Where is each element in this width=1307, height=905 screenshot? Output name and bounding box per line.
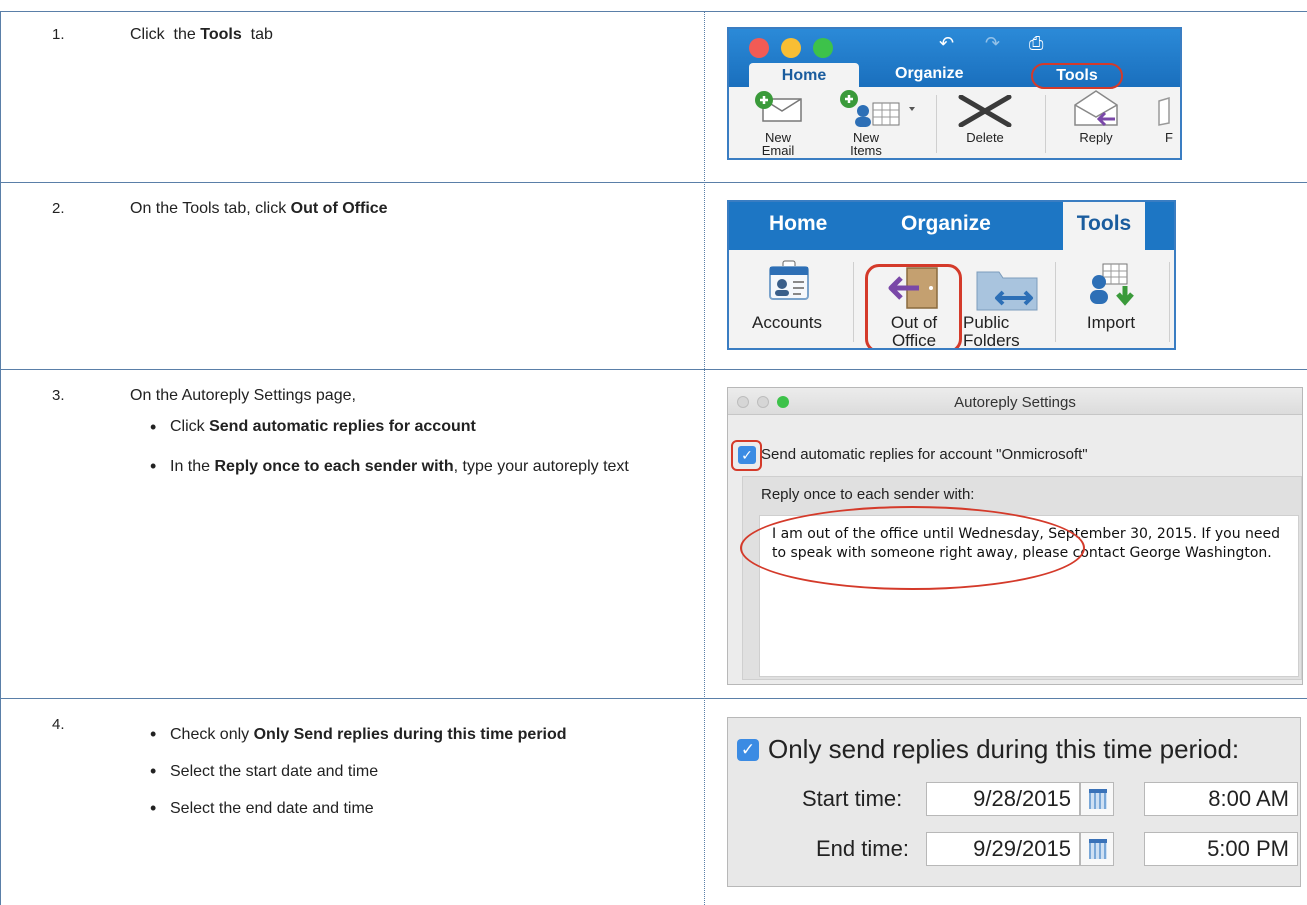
step-number: 3. xyxy=(52,387,65,404)
table-border-row1 xyxy=(0,182,1307,183)
ribbon-screenshot-tools-tab: ↶ ↷ ⎙ Home Organize Tools New Email New … xyxy=(727,27,1182,160)
new-email-icon xyxy=(755,91,802,122)
tab-organize[interactable]: Organize xyxy=(901,212,991,236)
ribbon-separator xyxy=(1045,95,1046,153)
end-date-field[interactable]: 9/29/2015 xyxy=(926,832,1080,866)
delete-label[interactable]: Delete xyxy=(957,131,1013,144)
step-number: 4. xyxy=(52,716,65,733)
table-column-divider xyxy=(704,11,705,905)
ribbon-separator xyxy=(936,95,937,153)
bullet-item: Check only Only Send replies during this… xyxy=(150,718,650,751)
ribbon-separator xyxy=(1169,262,1170,342)
time-period-checkbox[interactable]: ✓ xyxy=(737,739,759,761)
public-folders-label[interactable]: Public Folders xyxy=(959,314,1029,349)
zoom-window-icon[interactable] xyxy=(813,38,833,58)
step-text-bold: Out of Office xyxy=(290,200,388,217)
new-items-icon xyxy=(840,90,915,127)
start-time-label: Start time: xyxy=(802,786,903,811)
reply-label[interactable]: Reply xyxy=(1071,131,1121,144)
reply-once-label: Reply once to each sender with: xyxy=(761,486,975,503)
import-label[interactable]: Import xyxy=(1071,314,1151,332)
step-text-prefix: Click the xyxy=(130,26,201,43)
send-automatic-replies-checkbox[interactable]: ✓ xyxy=(738,446,756,464)
step-bullets: Check only Only Send replies during this… xyxy=(150,718,650,825)
ribbon-separator xyxy=(1055,262,1056,342)
start-calendar-icon[interactable] xyxy=(1080,782,1114,816)
close-window-icon[interactable] xyxy=(749,38,769,58)
bullet-item: In the Reply once to each sender with, t… xyxy=(150,450,650,483)
table-border-row3 xyxy=(0,698,1307,699)
bullet-item: Select the end date and time xyxy=(150,792,650,825)
new-email-label[interactable]: New Email xyxy=(753,131,803,157)
step-instruction: Click the Tools tab xyxy=(130,22,273,48)
step-instruction: On the Tools tab, click Out of Office xyxy=(130,196,388,222)
ribbon-separator xyxy=(853,262,854,342)
table-border-left xyxy=(0,11,1,905)
undo-icon[interactable]: ↶ xyxy=(939,33,954,54)
minimize-window-icon[interactable] xyxy=(781,38,801,58)
tab-home[interactable]: Home xyxy=(749,63,859,89)
step-intro: On the Autoreply Settings page, xyxy=(130,387,356,404)
reply-text-highlight xyxy=(740,506,1085,590)
time-period-label[interactable]: Only send replies during this time perio… xyxy=(768,734,1239,765)
step-number: 2. xyxy=(52,200,65,217)
step-text-prefix: On the Tools tab, click xyxy=(130,200,291,217)
new-items-label[interactable]: New Items xyxy=(841,131,891,157)
time-period-settings: ✓ Only send replies during this time per… xyxy=(727,717,1301,887)
forward-icon xyxy=(1158,97,1170,126)
accounts-icon xyxy=(769,260,809,300)
start-time-field[interactable]: 8:00 AM xyxy=(1144,782,1298,816)
out-of-office-label[interactable]: Out of Office xyxy=(879,314,949,349)
tab-tools[interactable]: Tools xyxy=(1031,63,1123,89)
start-date-field[interactable]: 9/28/2015 xyxy=(926,782,1080,816)
autoreply-settings-window: Autoreply Settings ✓ Send automatic repl… xyxy=(727,387,1303,685)
bullet-item: Click Send automatic replies for account xyxy=(150,414,650,440)
step-bullets: Click Send automatic replies for account… xyxy=(150,414,650,483)
public-folders-icon xyxy=(976,271,1038,311)
ribbon-screenshot-out-of-office: Home Organize Tools Accounts Out of Offi… xyxy=(727,200,1176,350)
delete-icon xyxy=(958,95,1012,127)
window-title: Autoreply Settings xyxy=(954,394,1076,411)
import-icon xyxy=(1090,263,1134,306)
forward-label[interactable]: F xyxy=(1159,131,1179,144)
table-border-row2 xyxy=(0,369,1307,370)
print-icon[interactable]: ⎙ xyxy=(1029,33,1043,54)
step-text-suffix: tab xyxy=(241,26,273,43)
tab-organize[interactable]: Organize xyxy=(895,65,963,83)
end-time-field[interactable]: 5:00 PM xyxy=(1144,832,1298,866)
step-number: 1. xyxy=(52,26,65,43)
send-automatic-replies-label[interactable]: Send automatic replies for account "Onmi… xyxy=(761,446,1088,463)
accounts-label[interactable]: Accounts xyxy=(737,314,837,332)
tab-home[interactable]: Home xyxy=(769,212,827,236)
bullet-item: Select the start date and time xyxy=(150,755,650,788)
tab-tools[interactable]: Tools xyxy=(1063,202,1145,252)
reply-icon xyxy=(1074,90,1118,127)
step-text-bold: Tools xyxy=(200,26,242,43)
end-time-label: End time: xyxy=(816,836,909,861)
table-border-top xyxy=(0,11,1307,12)
end-calendar-icon[interactable] xyxy=(1080,832,1114,866)
redo-icon[interactable]: ↷ xyxy=(985,33,1000,54)
